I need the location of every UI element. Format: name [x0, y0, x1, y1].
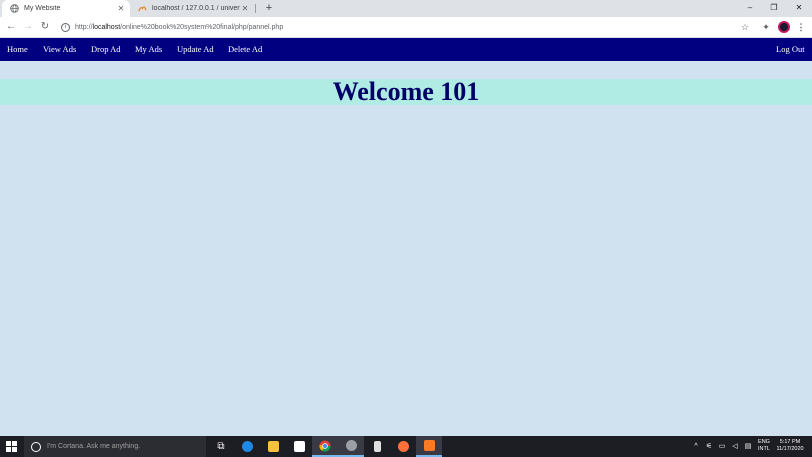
- page-viewport: Home View Ads Drop Ad My Ads Update Ad D…: [0, 38, 812, 436]
- browser-toolbar: ← → ↻ i http://localhost/online%20book%2…: [0, 17, 812, 38]
- nav-delete-ad-link[interactable]: Delete Ad: [228, 38, 262, 61]
- nav-drop-ad-link[interactable]: Drop Ad: [91, 38, 121, 61]
- tray-message-icon[interactable]: ▤: [742, 436, 754, 457]
- tab-separator: [255, 4, 256, 13]
- browser-tab-strip: My Website ✕ localhost / 127.0.0.1 / uni…: [0, 0, 812, 17]
- profile-avatar-icon[interactable]: [778, 21, 790, 33]
- site-navbar: Home View Ads Drop Ad My Ads Update Ad D…: [0, 38, 812, 61]
- info-icon[interactable]: i: [61, 22, 70, 32]
- app-eye-icon[interactable]: [338, 436, 364, 457]
- cortana-search-box[interactable]: I'm Cortana. Ask me anything.: [24, 436, 206, 457]
- chrome-icon[interactable]: [312, 436, 338, 457]
- store-icon[interactable]: [286, 436, 312, 457]
- tab-title: localhost / 127.0.0.1 / university: [152, 5, 240, 12]
- forward-arrow-icon[interactable]: →: [22, 21, 34, 33]
- welcome-heading: Welcome 101: [332, 77, 480, 106]
- address-bar[interactable]: i http://localhost/online%20book%20syste…: [58, 19, 758, 35]
- close-window-icon[interactable]: ✕: [787, 0, 811, 17]
- back-arrow-icon[interactable]: ←: [5, 21, 17, 33]
- tray-network-icon[interactable]: ⚟: [703, 436, 715, 457]
- tab-title: My Website: [24, 5, 61, 12]
- close-icon[interactable]: ✕: [116, 4, 126, 13]
- windows-taskbar: I'm Cortana. Ask me anything. ⧉ ^ ⚟ ▭ ◁ …: [0, 436, 812, 457]
- edge-icon[interactable]: [234, 436, 260, 457]
- nav-update-ad-link[interactable]: Update Ad: [177, 38, 214, 61]
- cortana-icon: [31, 441, 41, 452]
- new-tab-icon[interactable]: +: [262, 1, 276, 15]
- nav-home-link[interactable]: Home: [7, 38, 28, 61]
- tray-volume-icon[interactable]: ◁: [729, 436, 741, 457]
- nav-log-out-link[interactable]: Log Out: [776, 38, 805, 61]
- tab-my-website[interactable]: My Website ✕: [2, 0, 130, 17]
- tray-chevron-up-icon[interactable]: ^: [690, 436, 702, 457]
- xampp-icon[interactable]: [416, 436, 442, 457]
- tray-battery-icon[interactable]: ▭: [716, 436, 728, 457]
- close-icon[interactable]: ✕: [240, 4, 250, 13]
- firefox-icon[interactable]: [390, 436, 416, 457]
- nav-my-ads-link[interactable]: My Ads: [135, 38, 162, 61]
- url-path: /online%20book%20system%20final/php/pann…: [120, 23, 284, 31]
- reload-icon[interactable]: ↻: [39, 21, 51, 33]
- phpmyadmin-icon: [138, 4, 147, 13]
- app-mic-icon[interactable]: [364, 436, 390, 457]
- welcome-banner: Welcome 101: [0, 79, 812, 105]
- clock-date: 11/17/2020: [776, 446, 804, 452]
- search-placeholder: I'm Cortana. Ask me anything.: [47, 443, 141, 450]
- tab-phpmyadmin[interactable]: localhost / 127.0.0.1 / university ✕: [132, 0, 254, 17]
- clock-time: 5:17 PM: [779, 439, 801, 445]
- url-host: localhost: [92, 23, 121, 31]
- task-view-icon[interactable]: ⧉: [208, 436, 234, 457]
- nav-view-ads-link[interactable]: View Ads: [43, 38, 76, 61]
- windows-start-icon[interactable]: [6, 441, 17, 452]
- menu-dots-icon[interactable]: ⋮: [795, 21, 807, 33]
- globe-icon: [10, 4, 19, 13]
- url-scheme: http://: [75, 23, 93, 31]
- puzzle-icon[interactable]: ✦: [760, 21, 772, 33]
- file-explorer-icon[interactable]: [260, 436, 286, 457]
- star-icon[interactable]: ☆: [739, 21, 751, 33]
- minimize-icon[interactable]: –: [738, 0, 762, 17]
- tray-clock[interactable]: 5:17 PM 11/17/2020: [770, 439, 810, 453]
- restore-icon[interactable]: ❐: [762, 0, 786, 17]
